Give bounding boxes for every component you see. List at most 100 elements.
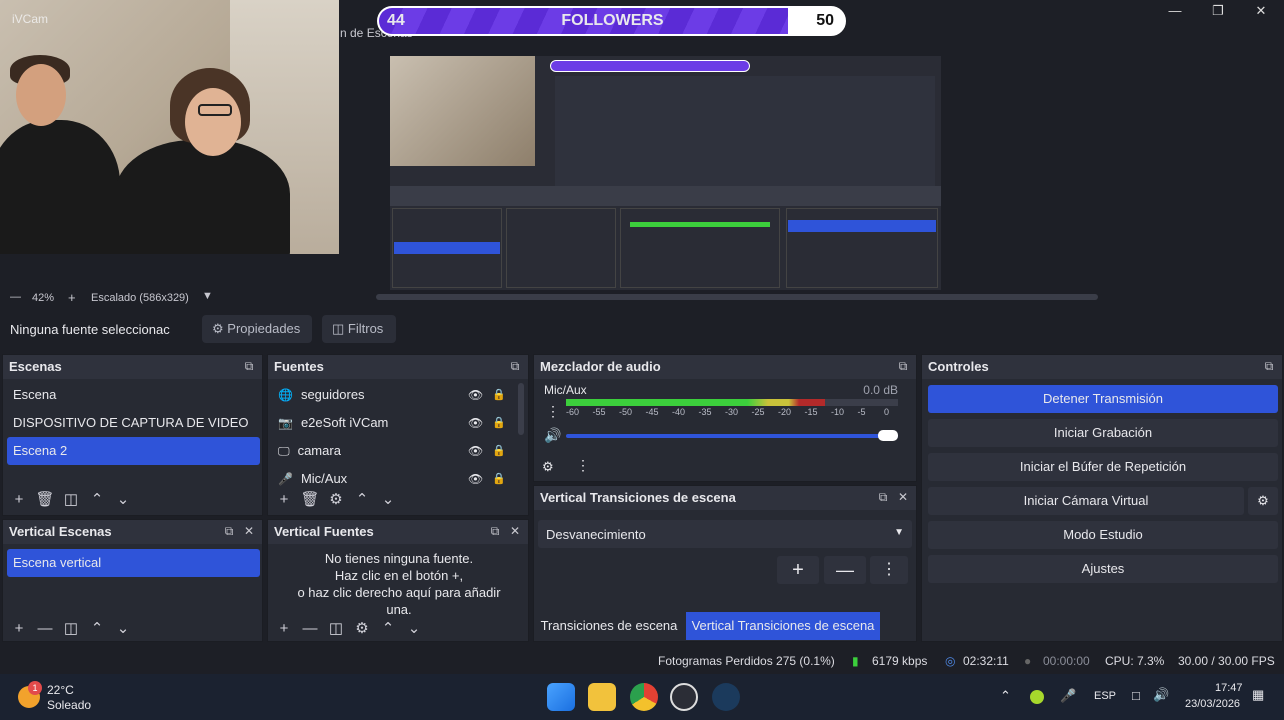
add-transition-icon[interactable]: + <box>777 556 819 584</box>
clock-time: 17:47 <box>1215 682 1243 694</box>
undock-icon[interactable]: ⧉ <box>896 359 910 373</box>
vertical-scene-item[interactable]: Escena vertical <box>7 549 260 577</box>
add-source-icon[interactable]: + <box>272 488 296 512</box>
start-replay-buffer-button[interactable]: Iniciar el Búfer de Repetición <box>928 453 1278 481</box>
eye-icon[interactable]: 👁 <box>468 409 483 437</box>
add-scene-icon[interactable]: + <box>7 488 31 512</box>
taskbar: 1 22°C Soleado ⌃ 🎤 ESP □ 🔊 17:47 23/03/2… <box>0 674 1284 720</box>
vertical-sources-dock: Vertical Fuentes ⧉ ✕ No tienes ninguna f… <box>267 519 529 642</box>
obs-icon[interactable] <box>670 683 698 711</box>
source-item[interactable]: 🌐 seguidores 👁 🔒 <box>272 381 512 409</box>
start-virtual-camera-button[interactable]: Iniciar Cámara Virtual <box>928 487 1244 515</box>
filter-icon[interactable]: ◫ <box>59 488 83 512</box>
speaker-icon[interactable]: 🔊 <box>544 427 561 444</box>
undock-icon[interactable]: ⧉ <box>508 359 522 373</box>
undock-icon[interactable]: ⧉ <box>488 524 502 538</box>
remove-transition-icon[interactable]: — <box>824 556 866 584</box>
steam-icon[interactable] <box>712 683 740 711</box>
move-down-icon[interactable]: ⌄ <box>111 617 135 641</box>
move-up-icon[interactable]: ⌃ <box>376 617 400 641</box>
maximize-icon[interactable]: ❐ <box>1203 2 1233 20</box>
mixer-dock-title: Mezclador de audio <box>534 355 916 379</box>
mixer-options-icon[interactable]: ⋮ <box>576 457 590 474</box>
gear-icon[interactable]: ⚙ <box>350 617 374 641</box>
tray-app-icon[interactable] <box>1030 690 1044 704</box>
transition-select[interactable]: Desvanecimiento ▼ <box>538 520 912 548</box>
volume-slider[interactable] <box>566 434 898 438</box>
add-scene-icon[interactable]: + <box>7 617 31 641</box>
lock-icon[interactable]: 🔒 <box>492 437 506 465</box>
undock-icon[interactable]: ⧉ <box>242 359 256 373</box>
filter-icon[interactable]: ◫ <box>59 617 83 641</box>
advanced-audio-gear-icon[interactable]: ⚙ <box>542 459 554 475</box>
tab-transiciones[interactable]: Transiciones de escena <box>536 612 682 640</box>
notification-icon[interactable]: ▦ <box>1252 687 1264 703</box>
preview-canvas[interactable] <box>390 56 941 290</box>
scene-item[interactable]: DISPOSITIVO DE CAPTURA DE VIDEO <box>7 409 260 437</box>
file-explorer-icon[interactable] <box>588 683 616 711</box>
transition-options-icon[interactable]: ⋮ <box>870 556 908 584</box>
mic-icon[interactable]: 🎤 <box>1060 688 1076 704</box>
source-toolbar: Ninguna fuente seleccionac ⚙ Propiedades… <box>0 313 1284 345</box>
meter-tick-label: -10 <box>831 407 845 417</box>
move-down-icon[interactable]: ⌄ <box>376 488 400 512</box>
gear-icon[interactable]: ⚙ <box>324 488 348 512</box>
source-item[interactable]: 📷 e2eSoft iVCam 👁 🔒 <box>272 409 512 437</box>
remove-scene-icon[interactable]: — <box>33 617 57 641</box>
network-icon[interactable]: □ <box>1132 688 1140 703</box>
properties-label: Propiedades <box>227 321 301 336</box>
undock-icon[interactable]: ⧉ <box>1262 359 1276 373</box>
move-down-icon[interactable]: ⌄ <box>111 488 135 512</box>
minimize-icon[interactable]: — <box>1160 2 1190 20</box>
filter-icon[interactable]: ◫ <box>324 617 348 641</box>
empty-line: No tienes ninguna fuente. <box>324 551 474 566</box>
tab-vertical-transiciones[interactable]: Vertical Transiciones de escena <box>686 612 880 640</box>
volume-icon[interactable]: 🔊 <box>1153 687 1169 703</box>
volume-slider-handle[interactable] <box>878 430 898 441</box>
start-recording-button[interactable]: Iniciar Grabación <box>928 419 1278 447</box>
source-label: Mic/Aux <box>300 471 348 486</box>
undock-icon[interactable]: ⧉ <box>222 524 236 538</box>
move-up-icon[interactable]: ⌃ <box>85 617 109 641</box>
add-source-icon[interactable]: + <box>272 617 296 641</box>
language-indicator[interactable]: ESP <box>1094 690 1116 702</box>
move-up-icon[interactable]: ⌃ <box>350 488 374 512</box>
preview-webcam-thumb <box>390 56 535 166</box>
settings-button[interactable]: Ajustes <box>928 555 1278 583</box>
studio-mode-button[interactable]: Modo Estudio <box>928 521 1278 549</box>
close-icon[interactable]: ✕ <box>1246 2 1276 20</box>
source-item[interactable]: 🖵 camara 👁 🔒 <box>272 437 512 465</box>
eye-icon[interactable]: 👁 <box>468 437 483 465</box>
preview-scrollbar[interactable] <box>376 294 1098 300</box>
trash-icon[interactable]: 🗑 <box>298 488 322 512</box>
chrome-icon[interactable] <box>630 683 658 711</box>
properties-button[interactable]: ⚙ Propiedades <box>202 315 312 343</box>
close-icon[interactable]: ✕ <box>896 490 910 504</box>
chevron-up-icon[interactable]: ⌃ <box>1000 688 1011 704</box>
virtual-camera-gear-icon[interactable]: ⚙ <box>1248 487 1278 515</box>
stream-time: 02:32:11 <box>963 654 1009 668</box>
lock-icon[interactable]: 🔒 <box>492 465 506 493</box>
scale-dropdown-icon[interactable]: ▼ <box>202 290 213 302</box>
windows-start-icon[interactable] <box>547 683 575 711</box>
zoom-in-icon[interactable]: + <box>68 290 76 305</box>
trash-icon[interactable]: 🗑 <box>33 488 57 512</box>
scene-item[interactable]: Escena 2 <box>7 437 260 465</box>
close-icon[interactable]: ✕ <box>508 524 522 538</box>
zoom-out-icon[interactable]: — <box>10 291 21 303</box>
eye-icon[interactable]: 👁 <box>468 465 483 493</box>
move-down-icon[interactable]: ⌄ <box>402 617 426 641</box>
meter-tick-label: -15 <box>804 407 818 417</box>
scene-item[interactable]: Escena <box>7 381 260 409</box>
lock-icon[interactable]: 🔒 <box>492 381 506 409</box>
eye-icon[interactable]: 👁 <box>468 381 483 409</box>
sources-scrollbar[interactable] <box>518 383 524 435</box>
mixer-menu-icon[interactable]: ⋮ <box>546 403 560 420</box>
undock-icon[interactable]: ⧉ <box>876 490 890 504</box>
remove-source-icon[interactable]: — <box>298 617 322 641</box>
move-up-icon[interactable]: ⌃ <box>85 488 109 512</box>
lock-icon[interactable]: 🔒 <box>492 409 506 437</box>
close-icon[interactable]: ✕ <box>242 524 256 538</box>
filters-button[interactable]: ◫ Filtros <box>322 315 396 343</box>
stop-streaming-button[interactable]: Detener Transmisión <box>928 385 1278 413</box>
